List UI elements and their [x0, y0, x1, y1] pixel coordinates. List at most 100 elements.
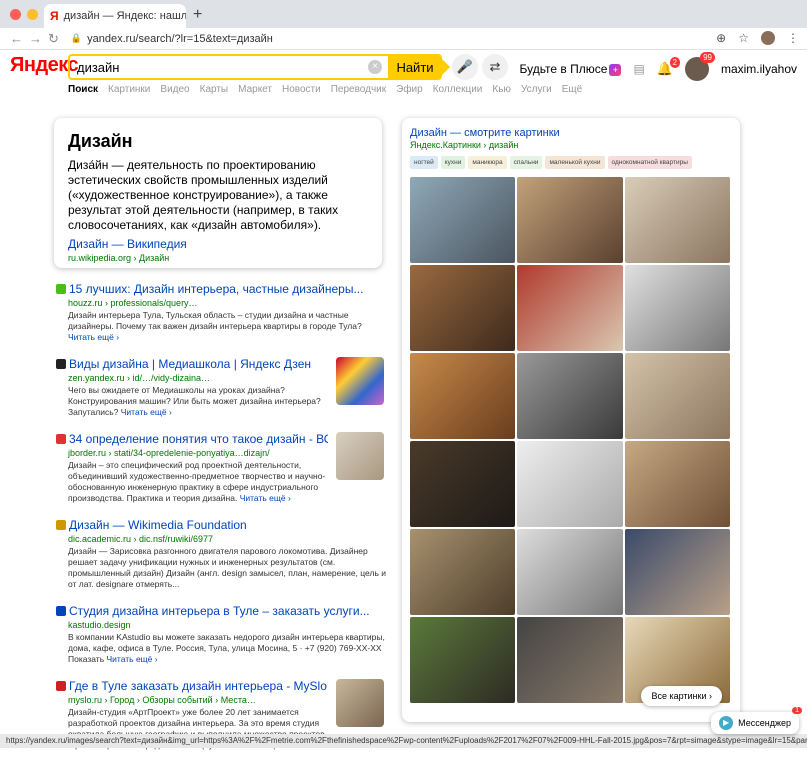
chip-bedroom[interactable]: спальни	[510, 156, 543, 169]
address-bar: ← → ↻ 🔒 yandex.ru/search/?lr=15&text=диз…	[0, 28, 807, 50]
tab-search[interactable]: Поиск	[68, 84, 98, 95]
image-thumbnail[interactable]	[517, 529, 622, 615]
notifications-bell-icon[interactable]: 🔔2	[657, 61, 673, 77]
search-input[interactable]: дизайн ×	[68, 54, 388, 80]
image-thumbnail[interactable]	[410, 353, 515, 439]
back-icon[interactable]: ←	[10, 31, 23, 46]
yandex-favicon-icon: Я	[50, 9, 59, 23]
search-button[interactable]: Найти	[388, 54, 442, 80]
wikipedia-link[interactable]: Дизайн — Википедия	[68, 237, 368, 251]
forward-icon[interactable]: →	[29, 31, 42, 46]
result-url[interactable]: zen.yandex.ru › id/…/vidy-dizaina…	[68, 373, 328, 383]
bookmark-star-icon[interactable]: ☆	[738, 31, 749, 45]
result-url[interactable]: kastudio.design	[68, 620, 386, 630]
result-title[interactable]: Студия дизайна интерьера в Туле – заказа…	[56, 604, 386, 619]
location-icon[interactable]: ⊕	[716, 31, 726, 45]
result-title[interactable]: 15 лучших: Дизайн интерьера, частные диз…	[56, 282, 386, 297]
result-title-text: Где в Туле заказать дизайн интерьера - M…	[69, 679, 328, 693]
microphone-icon[interactable]: 🎤	[452, 54, 478, 80]
images-source[interactable]: Яндекс.Картинки › дизайн	[410, 140, 732, 150]
apps-icon[interactable]: ▤	[633, 62, 644, 76]
image-thumbnail[interactable]	[517, 617, 622, 703]
tab-collections[interactable]: Коллекции	[433, 84, 483, 95]
list-item: Виды дизайна | Медиашкола | Яндекс Дзен …	[56, 357, 386, 418]
result-url[interactable]: myslo.ru › Город › Обзоры событий › Мест…	[68, 695, 328, 705]
status-bar: https://yandex.ru/images/search?text=диз…	[0, 734, 807, 748]
search-tabs: Поиск Картинки Видео Карты Маркет Новост…	[68, 84, 582, 95]
tab-video[interactable]: Видео	[160, 84, 189, 95]
user-name[interactable]: maxim.ilyahov	[721, 62, 797, 76]
images-title[interactable]: Дизайн — смотрите картинки	[410, 127, 732, 139]
browser-tab[interactable]: Я дизайн — Яндекс: нашлось 4 ×	[44, 4, 186, 28]
menu-icon[interactable]: ⋮	[787, 31, 799, 45]
result-title-text: 15 лучших: Дизайн интерьера, частные диз…	[69, 282, 363, 296]
result-url[interactable]: jborder.ru › stati/34-opredelenie-ponyat…	[68, 448, 328, 458]
image-thumbnail[interactable]	[625, 177, 730, 263]
browser-tabstrip: Я дизайн — Яндекс: нашлось 4 × +	[0, 0, 807, 28]
image-thumbnail[interactable]	[410, 617, 515, 703]
image-thumbnail[interactable]	[625, 529, 730, 615]
read-more-link[interactable]: Читать ещё ›	[121, 407, 172, 417]
browser-toolbar-right: ⊕ ☆ ⋮	[716, 31, 799, 45]
knowledge-source[interactable]: ru.wikipedia.org › Дизайн	[68, 253, 368, 263]
zen-favicon-icon	[56, 359, 66, 369]
image-thumbnail[interactable]	[410, 529, 515, 615]
tab-translator[interactable]: Переводчик	[331, 84, 386, 95]
chip-small-kitchen[interactable]: маленькой кухни	[545, 156, 604, 169]
close-window-button[interactable]	[10, 9, 21, 20]
list-item: Дизайн — Wikimedia Foundation dic.academ…	[56, 518, 386, 590]
image-thumbnail[interactable]	[517, 441, 622, 527]
filter-icon[interactable]: ⇄	[482, 54, 508, 80]
read-more-link[interactable]: Читать ещё ›	[240, 493, 291, 503]
clear-icon[interactable]: ×	[368, 60, 382, 74]
tab-market[interactable]: Маркет	[238, 84, 272, 95]
image-thumbnail[interactable]	[625, 265, 730, 351]
search-form: дизайн × Найти	[68, 54, 442, 80]
image-thumbnail[interactable]	[410, 177, 515, 263]
image-thumbnail[interactable]	[410, 441, 515, 527]
image-thumbnail[interactable]	[517, 177, 622, 263]
result-url[interactable]: dic.academic.ru › dic.nsf/ruwiki/6977	[68, 534, 386, 544]
tab-efir[interactable]: Эфир	[396, 84, 423, 95]
chip-kitchen[interactable]: кухни	[441, 156, 466, 169]
tab-maps[interactable]: Карты	[200, 84, 229, 95]
image-thumbnail[interactable]	[625, 353, 730, 439]
result-title[interactable]: Виды дизайна | Медиашкола | Яндекс Дзен	[56, 357, 328, 372]
result-title[interactable]: Дизайн — Wikimedia Foundation	[56, 518, 386, 533]
url-field[interactable]: 🔒 yandex.ru/search/?lr=15&text=дизайн	[71, 33, 273, 45]
result-url[interactable]: houzz.ru › professionals/query…	[68, 298, 386, 308]
image-thumbnail[interactable]	[410, 265, 515, 351]
tab-q[interactable]: Кью	[492, 84, 511, 95]
result-title[interactable]: Где в Туле заказать дизайн интерьера - M…	[56, 679, 328, 694]
header-right: Будьте в Плюсе+ ▤ 🔔2 99 maxim.ilyahov	[520, 57, 797, 81]
image-thumbnail[interactable]	[517, 265, 622, 351]
chip-nails[interactable]: ногтей	[410, 156, 438, 169]
result-thumbnail[interactable]	[336, 679, 384, 727]
result-title[interactable]: 34 определение понятия что такое дизайн …	[56, 432, 328, 447]
result-thumbnail[interactable]	[336, 432, 384, 480]
list-item: Студия дизайна интерьера в Туле – заказа…	[56, 604, 386, 665]
messenger-button[interactable]: ▶ Мессенджер 1	[711, 712, 799, 734]
messenger-badge: 1	[792, 707, 802, 714]
reload-icon[interactable]: ↻	[48, 31, 59, 47]
avatar[interactable]: 99	[685, 57, 709, 81]
result-thumbnail[interactable]	[336, 357, 384, 405]
user-badge: 99	[700, 52, 715, 63]
plus-icon: +	[609, 64, 621, 76]
read-more-link[interactable]: Читать ещё ›	[107, 654, 158, 664]
new-tab-button[interactable]: +	[193, 6, 202, 24]
tab-images[interactable]: Картинки	[108, 84, 150, 95]
profile-avatar[interactable]	[761, 31, 775, 45]
result-desc-text: Чего вы ожидаете от Медиашколы на уроках…	[68, 385, 321, 417]
minimize-window-button[interactable]	[27, 9, 38, 20]
all-images-button[interactable]: Все картинки ›	[641, 686, 722, 706]
tab-services[interactable]: Услуги	[521, 84, 552, 95]
image-thumbnail[interactable]	[625, 441, 730, 527]
tab-more[interactable]: Ещё	[562, 84, 582, 95]
read-more-link[interactable]: Читать ещё ›	[68, 332, 119, 342]
chip-studio-apartment[interactable]: однокомнатной квартиры	[608, 156, 692, 169]
image-thumbnail[interactable]	[517, 353, 622, 439]
tab-news[interactable]: Новости	[282, 84, 321, 95]
plus-promo[interactable]: Будьте в Плюсе+	[520, 62, 622, 76]
chip-manicure[interactable]: маникюра	[468, 156, 506, 169]
